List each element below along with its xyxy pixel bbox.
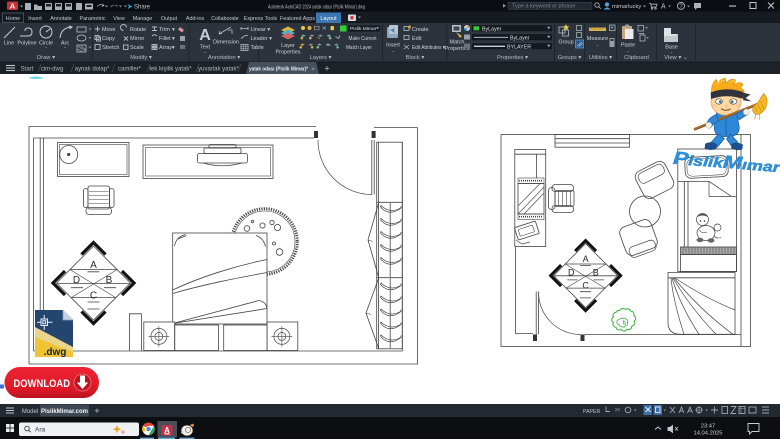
svg-text:Array: Array [159, 45, 172, 51]
svg-text:Edit Attributes ▾: Edit Attributes ▾ [412, 45, 445, 51]
svg-text:camiller*: camiller* [118, 67, 142, 73]
svg-text:Linear ▾: Linear ▾ [251, 27, 271, 33]
svg-text:B: B [593, 268, 599, 278]
svg-text:-: - [45, 45, 47, 51]
svg-text:PislikMimar.com: PislikMimar.com [41, 409, 88, 415]
svg-text:Utilities ▾: Utilities ▾ [589, 55, 612, 61]
svg-text:Scale: Scale [130, 45, 144, 51]
svg-text:.dwg: .dwg [44, 347, 67, 358]
svg-text:cim-dwg: cim-dwg [41, 67, 63, 73]
svg-text:Clipboard: Clipboard [624, 55, 649, 61]
svg-text:Draw ▾: Draw ▾ [37, 55, 55, 61]
svg-text:A: A [10, 2, 16, 11]
svg-text:Properties: Properties [275, 50, 300, 56]
svg-text:23:47: 23:47 [701, 424, 716, 430]
svg-text:Annotate: Annotate [50, 16, 72, 22]
svg-text:-: - [204, 50, 206, 56]
svg-text:Layer: Layer [281, 43, 295, 49]
svg-text:Layers ▾: Layers ▾ [310, 55, 332, 61]
svg-text:A: A [661, 4, 666, 11]
svg-text:Modify ▾: Modify ▾ [130, 55, 152, 61]
svg-text:yatak odası (Pislik Mimar)*: yatak odası (Pislik Mimar)* [249, 67, 309, 73]
svg-text:A: A [199, 27, 211, 44]
svg-text:Featured Apps: Featured Apps [280, 16, 315, 22]
svg-text:Table: Table [251, 45, 264, 51]
svg-text:Autodesk AutoCAD 2024 yatak: Autodesk AutoCAD 2024 yatak odası (Pisli… [268, 4, 365, 10]
svg-text:Dimension: Dimension [213, 40, 239, 46]
svg-text:Properties ▾: Properties ▾ [497, 55, 528, 61]
svg-text:Parametric: Parametric [79, 16, 105, 22]
svg-text:Home: Home [6, 16, 20, 22]
svg-text:ByLayer: ByLayer [482, 26, 502, 32]
svg-text:Output: Output [161, 16, 178, 22]
svg-text:×: × [311, 66, 315, 73]
svg-text:Line: Line [4, 41, 14, 47]
svg-text:Move: Move [102, 27, 115, 33]
svg-text:aynalı dolap*: aynalı dolap* [75, 67, 110, 73]
svg-text:-: - [64, 45, 66, 51]
svg-text:D: D [568, 268, 575, 278]
svg-text:Copy: Copy [102, 36, 115, 42]
svg-text:Ara: Ara [35, 427, 46, 434]
svg-text:Stretch: Stretch [102, 45, 119, 51]
svg-text:Express Tools: Express Tools [244, 16, 278, 22]
svg-text:Insert: Insert [28, 16, 42, 22]
svg-text:ByLayer: ByLayer [510, 35, 530, 41]
svg-text:-: - [597, 43, 599, 49]
svg-text:Rotate: Rotate [130, 27, 146, 33]
svg-text:B: B [106, 275, 113, 286]
svg-text:-: - [627, 49, 629, 55]
svg-text:DOWNLOAD: DOWNLOAD [14, 378, 71, 390]
svg-text:+: + [324, 64, 329, 74]
svg-text:View ▾ ⌄: View ▾ ⌄ [664, 55, 687, 61]
svg-text:Groups ▾: Groups ▾ [558, 55, 582, 61]
svg-text:Add-ins: Add-ins [186, 16, 205, 22]
svg-text:PAPER: PAPER [583, 409, 600, 415]
svg-text:Polyline: Polyline [17, 41, 36, 47]
svg-text:Manage: Manage [133, 16, 152, 22]
svg-text:Annotation ▾: Annotation ▾ [208, 55, 240, 61]
svg-text:View: View [113, 16, 125, 22]
svg-text:▾: ▾ [172, 27, 175, 33]
svg-text:Measure: Measure [587, 36, 608, 42]
svg-text:mimarlucky: mimarlucky [612, 4, 641, 10]
svg-text:Trim: Trim [159, 27, 170, 33]
svg-text:Leader ▾: Leader ▾ [251, 36, 273, 42]
svg-text:Match: Match [450, 40, 465, 46]
svg-text:Pislik Mimar: Pislik Mimar [350, 26, 377, 32]
svg-text:A: A [583, 254, 589, 264]
svg-text:Start: Start [21, 67, 34, 73]
svg-text:+: + [94, 406, 99, 416]
svg-text:tek kişilik yatak*: tek kişilik yatak* [149, 67, 192, 73]
svg-text:A: A [90, 260, 97, 271]
svg-text:-: - [392, 49, 394, 55]
svg-text:D: D [73, 275, 80, 286]
svg-text:Group: Group [558, 40, 573, 46]
svg-text:-: - [671, 50, 673, 56]
svg-text:Type a keyword or phrase: Type a keyword or phrase [512, 4, 575, 10]
svg-text:yuvarlak yatak*: yuvarlak yatak* [198, 67, 239, 73]
svg-text:Share: Share [134, 5, 151, 11]
svg-text:Model: Model [22, 409, 38, 415]
svg-text:Create: Create [412, 27, 429, 33]
svg-text:BYLAYER: BYLAYER [507, 44, 531, 50]
svg-text:▾: ▾ [172, 36, 175, 42]
svg-text:C: C [582, 280, 589, 290]
svg-text:C: C [90, 291, 97, 302]
svg-text:Make Current: Make Current [349, 36, 377, 42]
svg-text:Fillet: Fillet [159, 36, 171, 42]
svg-text:Mirror: Mirror [130, 36, 145, 42]
svg-text:Collaborate: Collaborate [211, 16, 239, 22]
svg-text:Edit: Edit [412, 36, 422, 42]
svg-text:Block ▾: Block ▾ [406, 55, 425, 61]
svg-text:14.04.2025: 14.04.2025 [693, 431, 722, 437]
svg-text:▾: ▾ [172, 45, 175, 51]
svg-text:Layout: Layout [320, 16, 337, 22]
svg-text:Match Layer: Match Layer [346, 45, 372, 51]
